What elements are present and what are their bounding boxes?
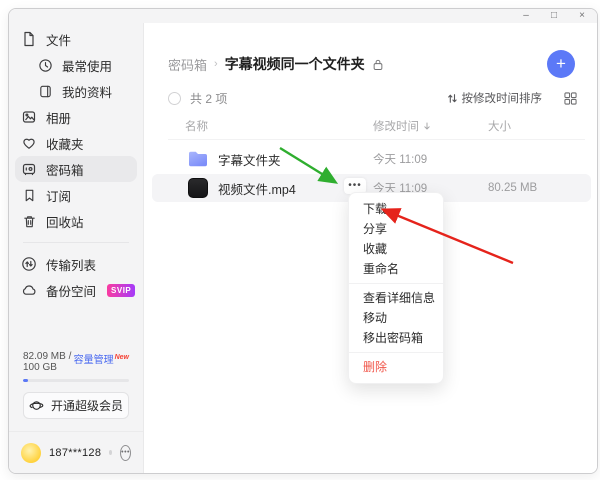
menu-item-move[interactable]: 移动 [349,308,443,328]
sidebar-item-label: 传输列表 [46,255,96,274]
sort-label: 按修改时间排序 [462,90,543,106]
folder-icon [186,149,210,169]
menu-item-move-out[interactable]: 移出密码箱 [349,328,443,348]
album-icon [21,109,37,125]
sidebar-item-label: 最常使用 [62,56,112,75]
sidebar-item-label: 文件 [46,30,71,49]
vip-planet-icon [29,398,45,414]
select-all-checkbox[interactable] [168,92,181,105]
sidebar-item-albums[interactable]: 相册 [9,104,143,130]
sidebar-item-favorites[interactable]: 收藏夹 [9,130,143,156]
breadcrumb-separator: › [214,58,218,70]
sidebar-divider [23,242,129,243]
sidebar-item-transfer-list[interactable]: 传输列表 [9,251,143,277]
close-icon[interactable]: × [575,11,589,21]
maximize-icon[interactable]: □ [547,11,561,21]
video-thumbnail-icon [186,178,210,198]
bookmark-icon [21,187,37,203]
storage-progress-bar [23,379,129,382]
menu-item-share[interactable]: 分享 [349,219,443,239]
transfer-icon [21,256,37,272]
file-size: 80.25 MB [488,182,537,194]
sidebar-item-label: 相册 [46,108,71,127]
menu-divider [349,283,443,284]
menu-divider [349,352,443,353]
file-name: 字幕文件夹 [218,150,281,169]
sidebar-item-password-box[interactable]: 密码箱 [15,156,137,182]
sidebar-item-files[interactable]: 文件 [9,26,143,52]
add-button[interactable]: + [547,50,575,78]
menu-item-rename[interactable]: 重命名 [349,259,443,279]
breadcrumb-current: 字幕视频同一个文件夹 [225,54,365,74]
list-toolbar: 共 2 项 按修改时间排序 [168,90,577,106]
sidebar-item-label: 收藏夹 [46,134,84,153]
menu-item-favorite[interactable]: 收藏 [349,239,443,259]
storage-manage-link[interactable]: 容量管理New [74,351,129,366]
grid-view-icon[interactable] [564,92,577,105]
sidebar-item-recycle-bin[interactable]: 回收站 [9,208,143,234]
status-dot [109,450,112,455]
file-modified: 今天 11:09 [373,151,427,167]
trash-icon [21,213,37,229]
sidebar-item-my-docs[interactable]: 我的资料 [9,78,143,104]
account-name: 187***128 [49,447,101,459]
column-header-name[interactable]: 名称 [185,118,208,134]
storage-usage: 82.09 MB / 100 GB [23,351,74,373]
account-bar: 187***128 ••• [9,431,143,473]
sort-control[interactable]: 按修改时间排序 [447,90,543,106]
menu-item-view-details[interactable]: 查看详细信息 [349,288,443,308]
file-name: 视频文件.mp4 [218,179,296,198]
cloud-icon [21,282,37,298]
menu-item-delete[interactable]: 删除 [349,357,443,377]
table-row-folder[interactable]: 字幕文件夹 今天 11:09 [152,145,591,173]
app-window: – □ × 文件 最常使用 [8,8,598,474]
sort-down-icon [423,122,431,131]
menu-item-download[interactable]: 下载 [349,199,443,219]
sidebar: 文件 最常使用 我的资料 [9,23,144,473]
column-header-modified[interactable]: 修改时间 [373,118,431,134]
minimize-icon[interactable]: – [519,11,533,21]
sidebar-item-subscriptions[interactable]: 订阅 [9,182,143,208]
item-count: 共 2 项 [190,90,227,107]
lock-icon [372,58,384,71]
sidebar-item-label: 备份空间 [46,281,96,300]
upgrade-vip-label: 开通超级会员 [51,397,123,414]
sidebar-item-label: 密码箱 [46,160,84,179]
avatar[interactable] [21,443,41,463]
new-badge: New [115,354,129,361]
sidebar-item-label: 我的资料 [62,82,112,101]
main-panel: 密码箱 › 字幕视频同一个文件夹 + 共 2 项 按修改时间排序 [144,23,597,473]
breadcrumb-root[interactable]: 密码箱 [168,55,207,74]
notebook-icon [37,83,53,99]
upgrade-vip-button[interactable]: 开通超级会员 [23,392,129,419]
heart-icon [21,135,37,151]
storage-progress-fill [23,379,28,382]
safe-icon [21,161,37,177]
svip-badge: SVIP [107,284,135,297]
clock-icon [37,57,53,73]
context-menu: 下载 分享 收藏 重命名 查看详细信息 移动 移出密码箱 删除 [348,192,444,384]
sidebar-item-recent[interactable]: 最常使用 [9,52,143,78]
table-header: 名称 修改时间 大小 [168,118,577,134]
sort-arrows-icon [447,93,458,104]
sidebar-item-label: 回收站 [46,212,84,231]
breadcrumb: 密码箱 › 字幕视频同一个文件夹 [168,54,384,74]
table-header-divider [168,139,585,140]
file-icon [21,31,37,47]
sidebar-item-label: 订阅 [46,186,71,205]
column-header-size[interactable]: 大小 [488,118,511,134]
account-more-button[interactable]: ••• [120,445,131,461]
sidebar-item-backup-space[interactable]: 备份空间 SVIP [9,277,143,303]
titlebar: – □ × [9,9,597,23]
